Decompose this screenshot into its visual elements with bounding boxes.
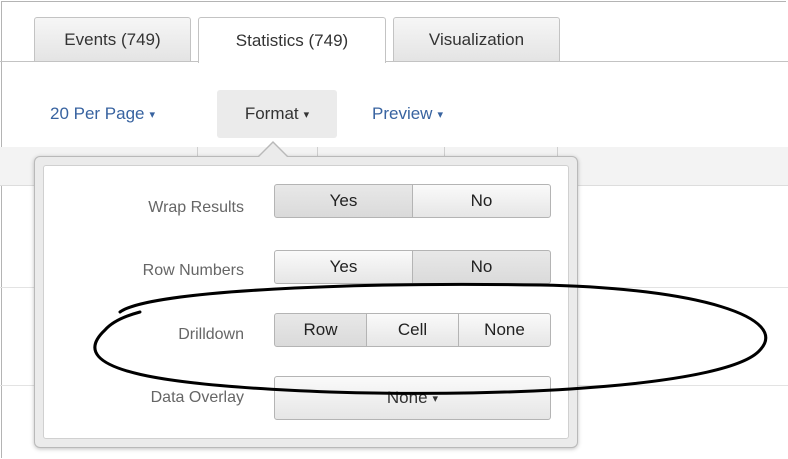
drilldown-label: Drilldown <box>178 326 244 343</box>
tab-events[interactable]: Events (749) <box>34 17 191 61</box>
caret-down-icon: ▾ <box>432 392 439 405</box>
wrap-results-yes-button[interactable]: Yes <box>274 184 413 218</box>
wrap-results-no-button[interactable]: No <box>412 184 551 218</box>
preview-label: Preview <box>372 104 433 123</box>
drilldown-row-button[interactable]: Row <box>274 313 367 347</box>
row-numbers-toggle: Yes No <box>274 250 551 284</box>
caret-down-icon: ▾ <box>149 108 156 121</box>
drilldown-toggle: Row Cell None <box>274 313 551 347</box>
tab-strip: Events (749) Statistics (749) Visualizat… <box>0 0 788 63</box>
caret-down-icon: ▾ <box>303 108 310 121</box>
preview-dropdown[interactable]: Preview ▾ <box>372 90 443 138</box>
drilldown-none-button[interactable]: None <box>458 313 551 347</box>
format-label: Format <box>244 104 299 123</box>
format-dropdown[interactable]: Format ▾ <box>217 90 337 138</box>
tab-baseline <box>0 61 788 62</box>
tab-visualization[interactable]: Visualization <box>393 17 560 61</box>
wrap-results-toggle: Yes No <box>274 184 551 218</box>
caret-down-icon: ▾ <box>437 108 443 121</box>
data-overlay-value: None <box>386 388 428 407</box>
data-overlay-dropdown[interactable]: None ▾ <box>274 376 551 420</box>
row-numbers-yes-button[interactable]: Yes <box>274 250 413 284</box>
data-overlay-label: Data Overlay <box>150 389 244 406</box>
row-numbers-label: Row Numbers <box>142 262 244 279</box>
row-numbers-no-button[interactable]: No <box>412 250 551 284</box>
tab-statistics[interactable]: Statistics (749) <box>198 17 386 63</box>
popover-arrow-fill <box>259 143 287 157</box>
drilldown-cell-button[interactable]: Cell <box>366 313 459 347</box>
per-page-label: 20 Per Page <box>50 104 145 123</box>
per-page-dropdown[interactable]: 20 Per Page ▾ <box>50 90 155 138</box>
wrap-results-label: Wrap Results <box>148 199 244 216</box>
